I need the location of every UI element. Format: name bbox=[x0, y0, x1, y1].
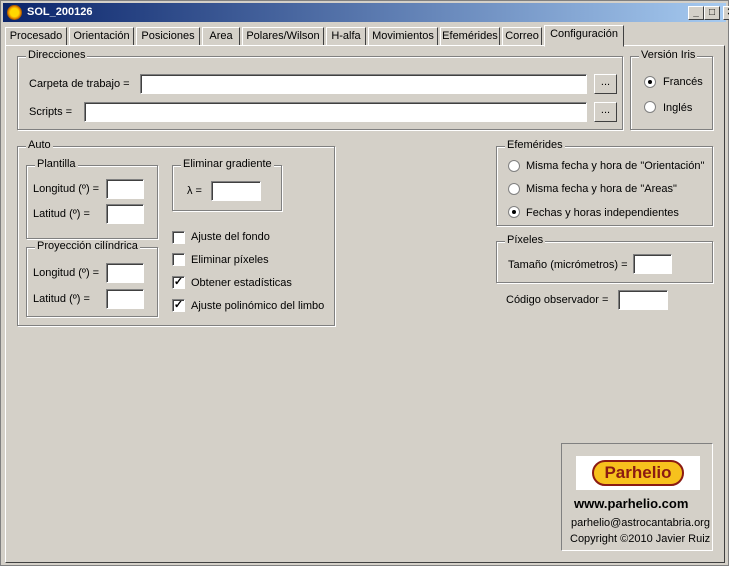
auto-group: Auto Plantilla Longitud (º) = Latitud (º… bbox=[17, 139, 335, 326]
codigo-observador-input[interactable] bbox=[618, 290, 668, 310]
tab-correo[interactable]: Correo bbox=[502, 27, 542, 46]
misma-orientacion-radio[interactable] bbox=[508, 160, 520, 172]
ajuste-fondo-checkbox[interactable] bbox=[172, 231, 185, 244]
email-text: parhelio@astrocantabria.org bbox=[571, 517, 710, 529]
plantilla-longitud-label: Longitud (º) = bbox=[33, 183, 100, 195]
proyeccion-longitud-label: Longitud (º) = bbox=[33, 267, 100, 279]
pixeles-legend: Píxeles bbox=[505, 234, 546, 246]
plantilla-legend: Plantilla bbox=[35, 158, 78, 170]
carpeta-label: Carpeta de trabajo = bbox=[29, 78, 130, 90]
eliminar-gradiente-legend: Eliminar gradiente bbox=[181, 158, 274, 170]
parhelio-logo-text: Parhelio bbox=[592, 460, 684, 486]
plantilla-longitud-input[interactable] bbox=[106, 179, 144, 199]
proyeccion-longitud-input[interactable] bbox=[106, 263, 144, 283]
proyeccion-latitud-input[interactable] bbox=[106, 289, 144, 309]
close-button[interactable]: ✕ bbox=[723, 6, 729, 20]
misma-areas-label: Misma fecha y hora de "Areas" bbox=[526, 183, 677, 195]
title-bar[interactable]: SOL_200126 _ □ ✕ bbox=[3, 3, 729, 22]
plantilla-latitud-label: Latitud (º) = bbox=[33, 208, 90, 220]
plantilla-latitud-input[interactable] bbox=[106, 204, 144, 224]
parhelio-logo: Parhelio bbox=[576, 456, 700, 490]
frances-label: Francés bbox=[663, 76, 703, 88]
obtener-estadisticas-label: Obtener estadísticas bbox=[191, 277, 292, 289]
proyeccion-legend: Proyección cilíndrica bbox=[35, 240, 140, 252]
direcciones-legend: Direcciones bbox=[26, 49, 88, 61]
about-box: Parhelio www.parhelio.com parhelio@astro… bbox=[561, 443, 713, 551]
maximize-button[interactable]: □ bbox=[704, 6, 720, 20]
tamano-input[interactable] bbox=[633, 254, 672, 274]
tab-posiciones[interactable]: Posiciones bbox=[136, 27, 200, 46]
minimize-button[interactable]: _ bbox=[688, 6, 704, 20]
scripts-label: Scripts = bbox=[29, 106, 73, 118]
tab-h-alfa[interactable]: H-alfa bbox=[326, 27, 366, 46]
tab-area[interactable]: Area bbox=[202, 27, 240, 46]
tab-polares-wilson[interactable]: Polares/Wilson bbox=[242, 27, 324, 46]
efemerides-legend: Efemérides bbox=[505, 139, 565, 151]
lambda-input[interactable] bbox=[211, 181, 261, 201]
eliminar-gradiente-group: Eliminar gradiente λ = bbox=[172, 158, 282, 211]
version-iris-legend: Versión Iris bbox=[639, 49, 698, 61]
direcciones-group: Direcciones Carpeta de trabajo = ... Scr… bbox=[17, 49, 623, 130]
codigo-observador-label: Código observador = bbox=[506, 294, 609, 306]
pixeles-group: Píxeles Tamaño (micrómetros) = bbox=[496, 234, 713, 283]
ajuste-limbo-label: Ajuste polinómico del limbo bbox=[191, 300, 325, 312]
lambda-label: λ = bbox=[187, 185, 202, 197]
tamano-label: Tamaño (micrómetros) = bbox=[508, 259, 628, 271]
ajuste-limbo-checkbox[interactable]: ✓ bbox=[172, 299, 185, 312]
carpeta-browse-button[interactable]: ... bbox=[594, 74, 617, 94]
fechas-independientes-label: Fechas y horas independientes bbox=[526, 207, 679, 219]
main-window: SOL_200126 _ □ ✕ Procesado Orientación P… bbox=[0, 0, 729, 566]
copyright-text: Copyright ©2010 Javier Ruiz bbox=[570, 533, 711, 545]
frances-radio[interactable] bbox=[644, 76, 656, 88]
scripts-browse-button[interactable]: ... bbox=[594, 102, 617, 122]
auto-legend: Auto bbox=[26, 139, 53, 151]
tab-orientacion[interactable]: Orientación bbox=[69, 27, 134, 46]
window-title: SOL_200126 bbox=[27, 6, 93, 18]
ingles-label: Inglés bbox=[663, 102, 693, 114]
ingles-radio[interactable] bbox=[644, 101, 656, 113]
website-link[interactable]: www.parhelio.com bbox=[574, 496, 688, 511]
tab-movimientos[interactable]: Movimientos bbox=[368, 27, 438, 46]
ajuste-fondo-label: Ajuste del fondo bbox=[191, 231, 270, 243]
proyeccion-latitud-label: Latitud (º) = bbox=[33, 293, 90, 305]
proyeccion-group: Proyección cilíndrica Longitud (º) = Lat… bbox=[26, 240, 158, 317]
scripts-input[interactable] bbox=[84, 102, 587, 122]
fechas-independientes-radio[interactable] bbox=[508, 206, 520, 218]
tab-efemerides[interactable]: Efemérides bbox=[440, 27, 500, 46]
tab-configuracion[interactable]: Configuración bbox=[544, 25, 624, 47]
eliminar-pixeles-label: Eliminar píxeles bbox=[191, 254, 269, 266]
misma-orientacion-label: Misma fecha y hora de "Orientación" bbox=[526, 160, 705, 172]
eliminar-pixeles-checkbox[interactable] bbox=[172, 253, 185, 266]
carpeta-input[interactable] bbox=[140, 74, 587, 94]
version-iris-group: Versión Iris Francés Inglés bbox=[630, 49, 713, 130]
obtener-estadisticas-checkbox[interactable]: ✓ bbox=[172, 276, 185, 289]
plantilla-group: Plantilla Longitud (º) = Latitud (º) = bbox=[26, 158, 158, 239]
efemerides-group: Efemérides Misma fecha y hora de "Orient… bbox=[496, 139, 713, 226]
misma-areas-radio[interactable] bbox=[508, 183, 520, 195]
tab-procesado[interactable]: Procesado bbox=[5, 27, 67, 46]
sun-icon bbox=[7, 5, 22, 20]
